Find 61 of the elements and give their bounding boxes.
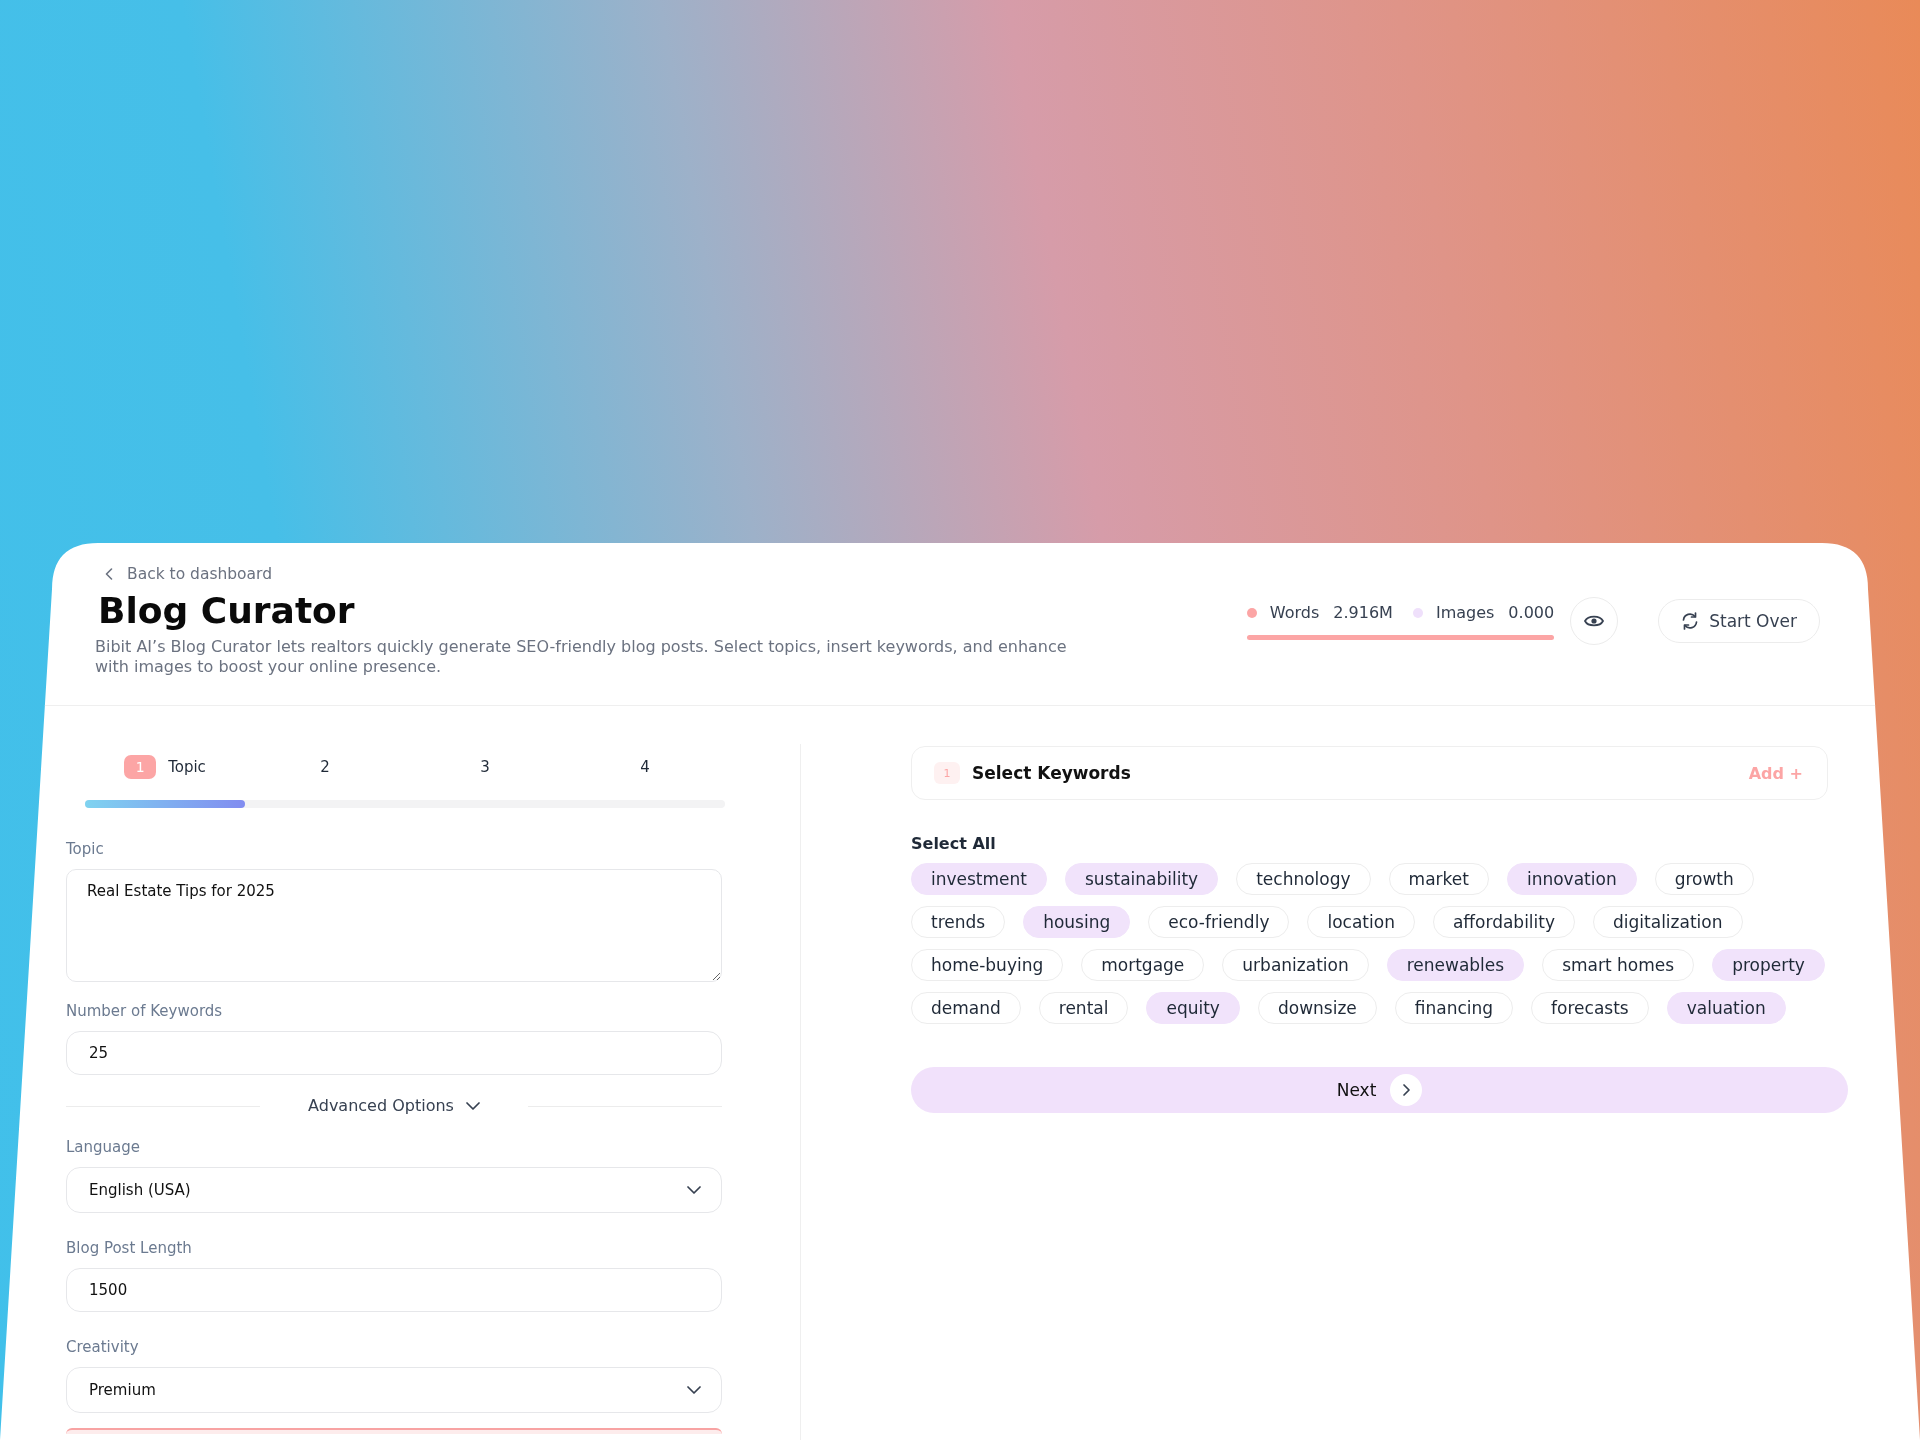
keyword-chip[interactable]: growth [1654,863,1754,895]
stat-label: Words [1269,602,1320,624]
keyword-chip[interactable]: downsize [1257,992,1377,1024]
section-title: Select Keywords [972,763,1131,783]
keyword-chip[interactable]: affordability [1432,906,1576,938]
field-label: Number of Keywords [66,1001,223,1021]
step-badge: 1 [934,762,960,784]
chevron-left-icon [105,568,113,580]
advanced-options-toggle[interactable]: Advanced Options [260,1094,528,1118]
keyword-chip[interactable]: demand [911,992,1021,1024]
page-title: Blog Curator [98,589,355,633]
chevron-down-icon [465,1102,480,1110]
keyword-chip[interactable]: rental [1038,992,1129,1024]
back-link[interactable]: Back to dashboard [105,564,273,584]
refresh-icon [1681,612,1700,630]
keyword-chip[interactable]: property [1712,949,1825,981]
eye-icon [1584,614,1605,628]
stat-value: 2.916M [1333,602,1393,624]
keyword-chip[interactable]: sustainability [1065,863,1219,895]
field-label: Creativity [66,1337,139,1357]
keyword-chip[interactable]: housing [1023,906,1131,938]
step-tab[interactable]: 3 [480,757,490,777]
keyword-chip[interactable]: forecasts [1531,992,1649,1024]
field-label: Blog Post Length [66,1238,192,1258]
keyword-chip[interactable]: innovation [1506,863,1637,895]
stat-value: 0.000 [1508,602,1555,624]
dropdown-select[interactable]: Premium [66,1367,722,1413]
step-tab[interactable]: 1 Topic [124,755,206,779]
keyword-chip[interactable]: financing [1394,992,1514,1024]
chevron-down-icon [687,1186,701,1194]
keyword-chip[interactable]: market [1388,863,1489,895]
select-all-link[interactable]: Select All [911,834,996,854]
keyword-chip[interactable]: urbanization [1222,949,1369,981]
input-field[interactable]: 1500 [66,1268,722,1312]
keyword-chip[interactable]: location [1307,906,1415,938]
keyword-chip[interactable]: technology [1236,863,1371,895]
step-badge: 1 [124,755,157,779]
preview-button[interactable] [1570,597,1619,645]
keyword-chip[interactable]: digitalization [1593,906,1743,938]
keyword-chip[interactable]: renewables [1386,949,1525,981]
field-label: Topic [66,839,104,859]
field-label: Language [66,1137,141,1157]
step-tab[interactable]: 4 [640,757,650,777]
chevron-down-icon [687,1386,701,1394]
next-button[interactable]: Next [911,1067,1848,1113]
keyword-chip[interactable]: eco-friendly [1148,906,1290,938]
keyword-chip[interactable]: equity [1146,992,1240,1024]
stat-label: Images [1435,602,1495,624]
keyword-chip[interactable]: mortgage [1081,949,1205,981]
text-area[interactable]: Real Estate Tips for 2025 [66,869,722,982]
keyword-chip[interactable]: valuation [1666,992,1786,1024]
keyword-chip[interactable]: trends [911,906,1006,938]
start-over-button[interactable]: Start Over [1658,599,1820,643]
keyword-chip[interactable]: investment [911,863,1047,895]
dropdown-select[interactable]: English (USA) [66,1167,722,1213]
input-field[interactable]: 25 [66,1031,722,1075]
chevron-right-icon [1390,1074,1423,1106]
keyword-chip[interactable]: home-buying [911,949,1064,981]
step-tab[interactable]: 2 [320,757,330,777]
keyword-chip[interactable]: smart homes [1542,949,1695,981]
page-description: Bibit AI’s Blog Curator lets realtors quickly generate SEO-friendly blog posts. Select topics, insert keywords, and enhance with images to boost your online presence. [95,637,1068,677]
